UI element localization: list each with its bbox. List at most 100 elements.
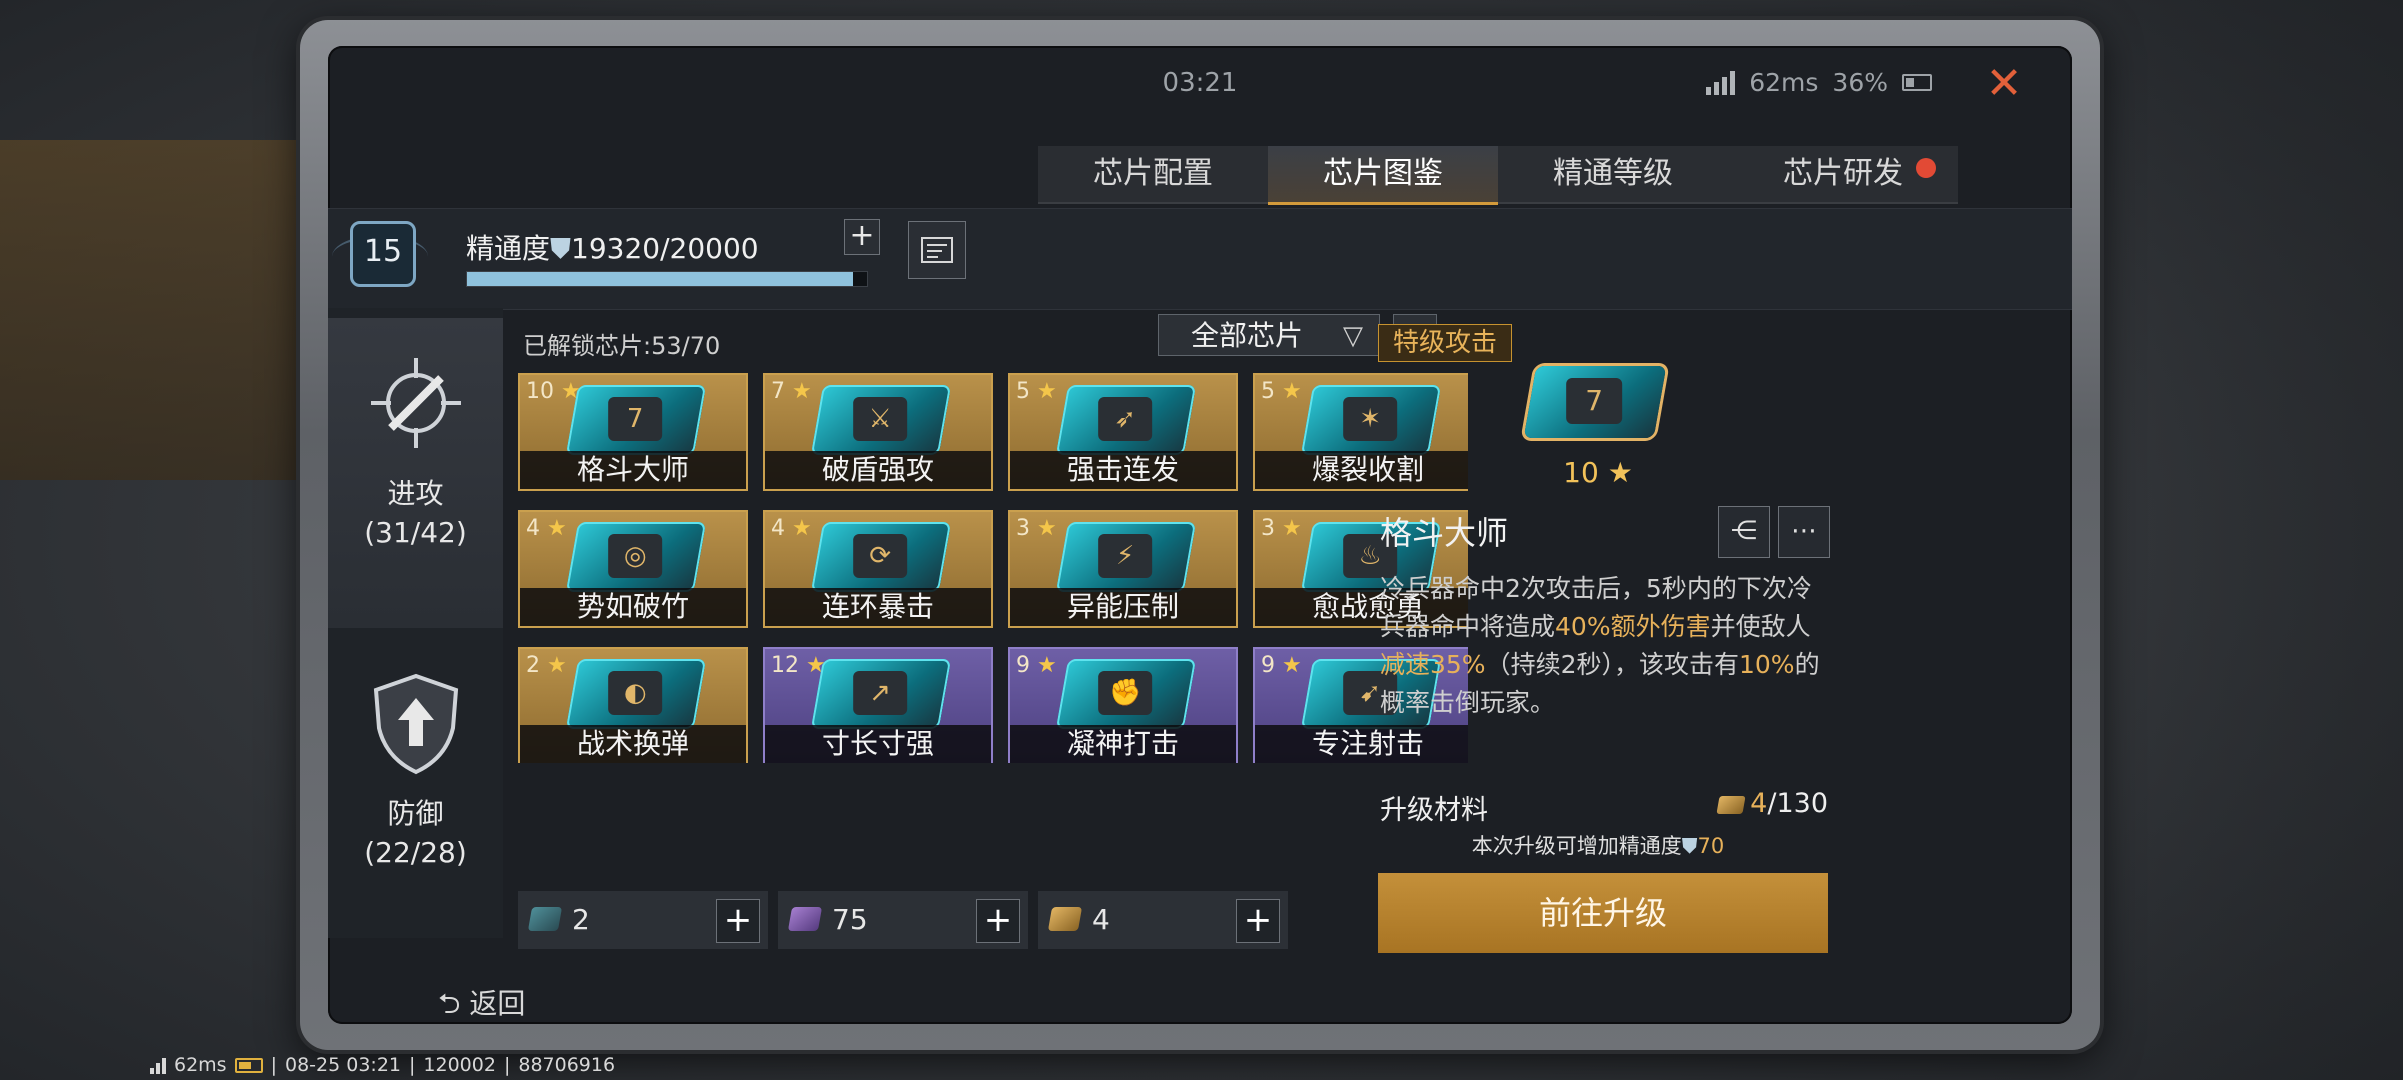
close-button[interactable]: ✕ bbox=[1984, 62, 2024, 106]
chip-detail-panel: 特级攻击 7 10 ★ 格斗大师 ⋲ ⋯ 冷兵器命中2次攻击后，5秒内的下次冷兵… bbox=[1368, 308, 1830, 953]
chip-card[interactable]: 2 ★ ◐ 战术换弹 bbox=[518, 647, 748, 763]
chip-card-stars: 2 ★ bbox=[526, 653, 567, 678]
chip-list: 已解锁芯片:53/70 全部芯片 ▽ ⛛ 10 ★7格斗大师7 ★⚔破盾强攻5 … bbox=[503, 308, 1468, 949]
material-gold: 4 + bbox=[1038, 891, 1288, 949]
chip-card[interactable]: 4 ★ ⟳ 连环暴击 bbox=[763, 510, 993, 628]
chip-icon: ⟳ bbox=[810, 522, 952, 592]
mastery-progress-fill bbox=[467, 272, 854, 286]
chip-filter-dropdown[interactable]: 全部芯片 ▽ bbox=[1158, 314, 1380, 356]
material-purple: 75 + bbox=[778, 891, 1028, 949]
star-icon: ★ bbox=[540, 653, 567, 678]
chip-grid: 10 ★ 7 格斗大师 7 ★ ⚔ 破盾强攻 5 ★ ➶ 强击连发 5 ★ ✶ 爆裂收割 4 ★ ◎ 势如破… bbox=[518, 373, 1468, 763]
chip-card-name: 强击连发 bbox=[1010, 451, 1236, 489]
chip-card[interactable]: 12 ★ ↗ 寸长寸强 bbox=[763, 647, 993, 763]
chip-card-stars: 9 ★ bbox=[1016, 653, 1057, 678]
chip-panel: 03:21 62ms 36% ✕ 芯片配置 芯片图鉴 精通等级 芯片研发 15 … bbox=[328, 46, 2072, 1024]
chip-card-name: 格斗大师 bbox=[520, 451, 746, 489]
chip-icon: ↗ bbox=[810, 659, 952, 729]
level-badge: 15 bbox=[350, 221, 416, 287]
chip-card-name: 连环暴击 bbox=[765, 588, 991, 626]
chip-card-stars: 3 ★ bbox=[1261, 516, 1302, 541]
chip-icon: ✊ bbox=[1055, 659, 1197, 729]
category-defense-label: 防御 bbox=[387, 797, 444, 830]
blue-material-icon bbox=[527, 907, 563, 931]
star-icon: ★ bbox=[1275, 653, 1302, 678]
network-status: 62ms 36% bbox=[1706, 68, 1932, 97]
ping-value: 62ms bbox=[1749, 68, 1819, 97]
back-button[interactable]: ⮌ 返回 bbox=[438, 982, 525, 1031]
add-blue-material-button[interactable]: + bbox=[716, 899, 760, 943]
chip-icon: 7 bbox=[565, 385, 707, 455]
chip-card[interactable]: 5 ★ ➶ 强击连发 bbox=[1008, 373, 1238, 491]
go-upgrade-button[interactable]: 前往升级 bbox=[1378, 873, 1828, 953]
chip-card-stars: 5 ★ bbox=[1261, 379, 1302, 404]
star-icon: ★ bbox=[540, 516, 567, 541]
tab-chip-codex[interactable]: 芯片图鉴 bbox=[1268, 146, 1498, 205]
category-column: 进攻 (31/42) 防御 (22/28) bbox=[328, 308, 503, 938]
mastery-header: 15 精通度⛊19320/20000 + bbox=[328, 208, 2072, 310]
chip-card-stars: 10 ★ bbox=[526, 379, 581, 404]
selected-chip-name: 格斗大师 bbox=[1380, 514, 1509, 552]
material-row: 2 + 75 + 4 + bbox=[518, 891, 1288, 951]
chevron-down-icon: ▽ bbox=[1343, 321, 1363, 351]
chip-card-name: 寸长寸强 bbox=[765, 725, 991, 763]
notification-badge bbox=[1916, 158, 1936, 178]
star-icon: ★ bbox=[1030, 516, 1057, 541]
chip-card-name: 凝神打击 bbox=[1010, 725, 1236, 763]
gold-material-icon bbox=[1716, 795, 1746, 814]
chip-panel-frame: 03:21 62ms 36% ✕ 芯片配置 芯片图鉴 精通等级 芯片研发 15 … bbox=[300, 20, 2100, 1050]
chip-card[interactable]: 3 ★ ⚡ 异能压制 bbox=[1008, 510, 1238, 628]
document-icon bbox=[921, 237, 953, 263]
footer-status: 62ms | 08-25 03:21 | 120002 | 88706916 bbox=[150, 1054, 615, 1076]
chip-icon: ◎ bbox=[565, 522, 707, 592]
star-icon: ★ bbox=[1275, 379, 1302, 404]
chip-card-name: 战术换弹 bbox=[520, 725, 746, 763]
chip-tree-button[interactable]: ⋲ bbox=[1718, 506, 1770, 558]
upgrade-material-count: 4/130 bbox=[1716, 788, 1828, 819]
chip-type-tag: 特级攻击 bbox=[1378, 324, 1513, 362]
gold-material-icon bbox=[1047, 907, 1083, 931]
battery-icon bbox=[234, 1057, 263, 1073]
star-icon: ★ bbox=[785, 379, 812, 404]
star-icon: ★ bbox=[1607, 456, 1633, 489]
tab-chip-config[interactable]: 芯片配置 bbox=[1038, 146, 1268, 204]
shield-arrow-icon bbox=[373, 673, 458, 775]
tab-mastery-level[interactable]: 精通等级 bbox=[1498, 146, 1728, 204]
add-purple-material-button[interactable]: + bbox=[976, 899, 1020, 943]
add-mastery-button[interactable]: + bbox=[844, 219, 880, 255]
chip-card[interactable]: 4 ★ ◎ 势如破竹 bbox=[518, 510, 748, 628]
chip-card-name: 异能压制 bbox=[1010, 588, 1236, 626]
codex-info-button[interactable] bbox=[908, 221, 966, 279]
more-options-button[interactable]: ⋯ bbox=[1778, 506, 1830, 558]
crosshair-sword-icon bbox=[370, 358, 461, 448]
signal-icon bbox=[150, 1056, 166, 1074]
chip-description: 冷兵器命中2次攻击后，5秒内的下次冷兵器命中将造成40%额外伤害并使敌人减速35… bbox=[1380, 574, 1820, 717]
status-bar: 03:21 62ms 36% ✕ bbox=[328, 46, 2072, 116]
close-icon: ✕ bbox=[1985, 58, 2023, 109]
upgrade-material-label: 升级材料 bbox=[1380, 795, 1488, 826]
category-attack[interactable]: 进攻 (31/42) bbox=[328, 318, 503, 628]
chip-icon: ➶ bbox=[1055, 385, 1197, 455]
category-attack-label: 进攻 bbox=[387, 477, 444, 510]
selected-chip-stars: 10 ★ bbox=[1563, 456, 1633, 489]
shield-icon: ⛊ bbox=[1681, 834, 1698, 858]
category-defense[interactable]: 防御 (22/28) bbox=[328, 658, 503, 918]
chip-card-name: 势如破竹 bbox=[520, 588, 746, 626]
chip-card[interactable]: 9 ★ ✊ 凝神打击 bbox=[1008, 647, 1238, 763]
tree-icon: ⋲ bbox=[1731, 516, 1757, 546]
back-arrow-icon: ⮌ bbox=[438, 987, 461, 1020]
chip-card[interactable]: 10 ★ 7 格斗大师 bbox=[518, 373, 748, 491]
add-gold-material-button[interactable]: + bbox=[1236, 899, 1280, 943]
unlocked-count: 已解锁芯片:53/70 bbox=[523, 332, 721, 360]
chip-card-stars: 4 ★ bbox=[526, 516, 567, 541]
chip-card[interactable]: 7 ★ ⚔ 破盾强攻 bbox=[763, 373, 993, 491]
chip-card-stars: 9 ★ bbox=[1261, 653, 1302, 678]
purple-material-icon bbox=[787, 907, 823, 931]
chip-icon: ⚔ bbox=[810, 385, 952, 455]
star-icon: ★ bbox=[1275, 516, 1302, 541]
tab-chip-research[interactable]: 芯片研发 bbox=[1728, 146, 1958, 204]
mastery-progress-bar bbox=[466, 271, 868, 287]
star-icon: ★ bbox=[785, 516, 812, 541]
more-icon: ⋯ bbox=[1791, 516, 1817, 546]
mastery-text: 精通度⛊19320/20000 bbox=[466, 232, 759, 265]
